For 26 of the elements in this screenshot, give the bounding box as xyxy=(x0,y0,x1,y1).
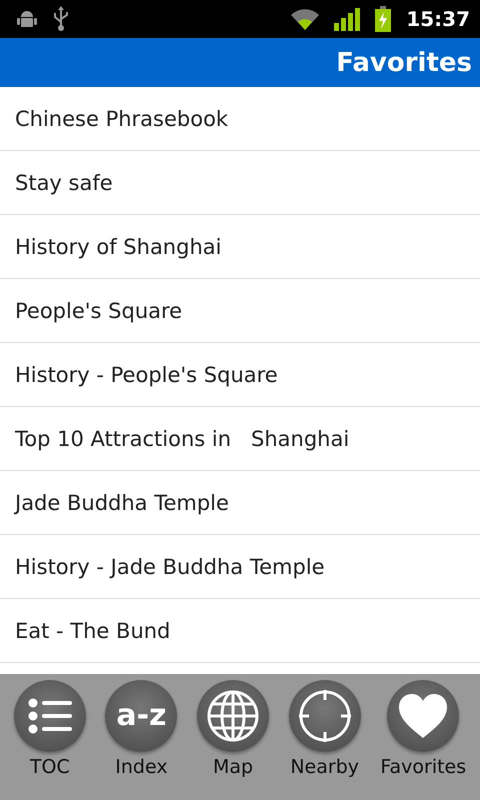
list-icon xyxy=(28,698,72,734)
favorite-item[interactable]: Top 10 Attractions in Shanghai xyxy=(0,407,480,471)
favorite-item[interactable]: History of Shanghai xyxy=(0,215,480,279)
nav-button[interactable]: Favorites xyxy=(380,680,466,778)
favorite-item[interactable]: Jade Buddha Temple xyxy=(0,471,480,535)
page-title: Favorites xyxy=(336,48,472,78)
globe-icon xyxy=(206,689,260,743)
favorite-item[interactable]: History - Jade Buddha Temple xyxy=(0,535,480,599)
wifi-icon xyxy=(290,7,320,31)
battery-icon xyxy=(374,6,392,32)
nav-button[interactable]: TOC xyxy=(14,680,86,778)
nav-button[interactable]: Nearby xyxy=(288,680,361,778)
favorite-item[interactable]: History - People's Square xyxy=(0,343,480,407)
favorite-item[interactable]: Stay safe xyxy=(0,151,480,215)
nav-button[interactable]: a-z Index xyxy=(105,680,178,778)
android-icon xyxy=(16,8,38,30)
favorite-item[interactable]: People's Square xyxy=(0,279,480,343)
crosshair-icon xyxy=(296,688,353,744)
nav-button[interactable]: Map xyxy=(197,680,270,778)
favorite-item[interactable]: Eat - The Bund xyxy=(0,599,480,663)
az-icon: a-z xyxy=(116,701,167,731)
usb-icon xyxy=(52,6,70,32)
signal-icon xyxy=(334,7,360,31)
favorite-item[interactable]: Chinese Phrasebook xyxy=(0,87,480,151)
heart-icon xyxy=(398,693,448,739)
clock-time: 15:37 xyxy=(406,7,470,31)
